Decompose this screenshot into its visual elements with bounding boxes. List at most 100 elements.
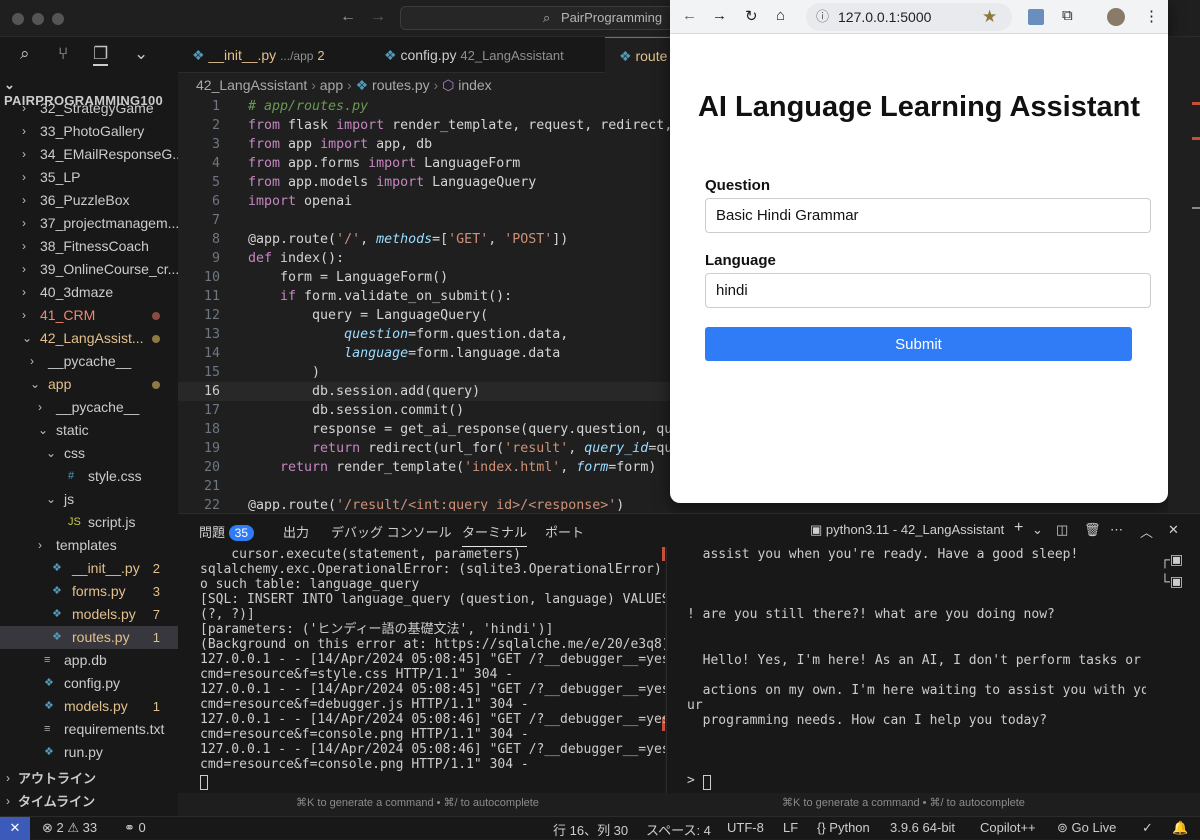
- back-arrow-icon[interactable]: ←: [340, 8, 356, 26]
- code-line[interactable]: 7: [178, 211, 670, 230]
- go-live-button[interactable]: ⊚ Go Live: [1057, 820, 1116, 836]
- tree-item[interactable]: ≡ app.db: [0, 649, 178, 672]
- code-line[interactable]: 2 from flask import render_template, requ…: [178, 116, 670, 135]
- maximize-panel-icon[interactable]: ︿: [1140, 522, 1153, 541]
- code-line[interactable]: 11 if form.validate_on_submit():: [178, 287, 670, 306]
- language-mode[interactable]: {} Python: [817, 820, 870, 835]
- tab-problems[interactable]: 問題 35: [199, 522, 254, 541]
- tree-item[interactable]: ❖ __init__.py 2: [0, 557, 178, 580]
- tree-item[interactable]: › 37_projectmanagem...: [0, 212, 178, 235]
- tree-item[interactable]: › 33_PhotoGallery: [0, 120, 178, 143]
- tree-item[interactable]: › 32_StrategyGame: [0, 97, 178, 120]
- code-line[interactable]: 8 @app.route('/', methods=['GET', 'POST']…: [178, 230, 670, 249]
- tree-item[interactable]: ⌄ app: [0, 373, 178, 396]
- more-vert-icon[interactable]: ⋮: [1144, 7, 1159, 25]
- search-icon[interactable]: ⌕: [20, 44, 30, 64]
- code-line[interactable]: 16 db.session.add(query): [178, 382, 670, 401]
- code-line[interactable]: 4 from app.forms import LanguageForm: [178, 154, 670, 173]
- tree-item[interactable]: ≡ requirements.txt: [0, 718, 178, 741]
- copilot-status[interactable]: Copilot++: [980, 820, 1036, 835]
- indentation[interactable]: スペース: 4: [646, 820, 711, 839]
- breadcrumb-item[interactable]: app: [320, 77, 343, 93]
- tree-item[interactable]: ❖ models.py 7: [0, 603, 178, 626]
- code-line[interactable]: 13 question=form.question.data,: [178, 325, 670, 344]
- chevron-down-icon[interactable]: ⌄: [134, 44, 148, 64]
- eol[interactable]: LF: [783, 820, 798, 835]
- tree-item[interactable]: › 35_LP: [0, 166, 178, 189]
- code-line[interactable]: 22 @app.route('/result/<int:query_id>/<re…: [178, 496, 670, 511]
- language-input[interactable]: [705, 273, 1151, 308]
- code-line[interactable]: 9 def index():: [178, 249, 670, 268]
- code-line[interactable]: 6 import openai: [178, 192, 670, 211]
- account-icon[interactable]: ✓: [1142, 820, 1153, 836]
- tree-item[interactable]: › 38_FitnessCoach: [0, 235, 178, 258]
- bell-icon[interactable]: 🔔: [1172, 820, 1188, 836]
- terminal-right[interactable]: assist you when you're ready. Have a goo…: [666, 547, 1146, 793]
- tree-item[interactable]: › 36_PuzzleBox: [0, 189, 178, 212]
- tree-item[interactable]: ❖ config.py: [0, 672, 178, 695]
- tree-item[interactable]: ⌄ static: [0, 419, 178, 442]
- trash-icon[interactable]: 🗑: [1084, 522, 1101, 538]
- code-line[interactable]: 15 ): [178, 363, 670, 382]
- terminal-left[interactable]: cursor.execute(statement, parameters) sql…: [178, 547, 665, 793]
- question-input[interactable]: [705, 198, 1151, 233]
- reload-icon[interactable]: ↻: [745, 7, 758, 25]
- command-center[interactable]: ⌕ PairProgramming: [400, 6, 700, 30]
- cursor-position[interactable]: 行 16、列 30: [553, 820, 628, 839]
- minimap[interactable]: [1168, 37, 1200, 512]
- code-line[interactable]: 5 from app.models import LanguageQuery: [178, 173, 670, 192]
- star-icon[interactable]: ★: [982, 3, 997, 31]
- avatar[interactable]: [1107, 8, 1125, 26]
- submit-button[interactable]: Submit: [705, 327, 1132, 361]
- ports-status[interactable]: ⚭ 0: [124, 820, 146, 836]
- more-icon[interactable]: ⋯: [1110, 522, 1123, 538]
- minimize-window-button[interactable]: [32, 13, 44, 25]
- code-line[interactable]: 10 form = LanguageForm(): [178, 268, 670, 287]
- code-line[interactable]: 18 response = get_ai_response(query.ques…: [178, 420, 670, 439]
- tree-item[interactable]: ⌄ js: [0, 488, 178, 511]
- back-arrow-icon[interactable]: ←: [682, 7, 697, 24]
- puzzle-icon[interactable]: ⧉: [1062, 7, 1073, 24]
- breadcrumb-item[interactable]: index: [458, 77, 491, 93]
- problems-status[interactable]: ⊗ 2 ⚠ 33: [42, 820, 97, 836]
- tree-item[interactable]: › 40_3dmaze: [0, 281, 178, 304]
- explorer-icon[interactable]: ❐: [93, 44, 109, 66]
- split-terminal-icon[interactable]: ◫: [1056, 522, 1068, 538]
- tab-init-py[interactable]: ❖ __init__.py .../app 2: [178, 37, 370, 73]
- close-window-button[interactable]: [12, 13, 24, 25]
- terminal-icon[interactable]: ┌▣: [1160, 551, 1183, 568]
- terminal-selector[interactable]: ▣ python3.11 - 42_LangAssistant: [810, 522, 1004, 538]
- new-terminal-icon[interactable]: +: [1014, 519, 1023, 537]
- tree-item[interactable]: # style.css: [0, 465, 178, 488]
- tree-item[interactable]: › templates: [0, 534, 178, 557]
- tree-item[interactable]: ⌄ css: [0, 442, 178, 465]
- code-editor[interactable]: 1 # app/routes.py 2 from flask import rende…: [178, 97, 670, 511]
- breadcrumb-item[interactable]: routes.py: [372, 77, 430, 93]
- tree-item[interactable]: ❖ models.py 1: [0, 695, 178, 718]
- forward-arrow-icon[interactable]: →: [370, 8, 386, 26]
- code-line[interactable]: 1 # app/routes.py: [178, 97, 670, 116]
- tree-item[interactable]: › 41_CRM: [0, 304, 178, 327]
- outline-section[interactable]: › アウトライン: [0, 767, 178, 790]
- tab-output[interactable]: 出力: [283, 522, 309, 541]
- timeline-section[interactable]: › タイムライン: [0, 790, 178, 813]
- tab-config-py[interactable]: ❖ config.py 42_LangAssistant: [370, 37, 605, 73]
- tree-item[interactable]: ⌄ 42_LangAssist...: [0, 327, 178, 350]
- code-line[interactable]: 12 query = LanguageQuery(: [178, 306, 670, 325]
- tree-item[interactable]: › 34_EMailResponseG...: [0, 143, 178, 166]
- source-control-icon[interactable]: ⑂: [58, 44, 68, 64]
- tab-debug-console[interactable]: デバッグ コンソール: [331, 522, 452, 541]
- close-panel-icon[interactable]: ✕: [1168, 522, 1179, 538]
- tree-item[interactable]: › 39_OnlineCourse_cr...: [0, 258, 178, 281]
- tab-terminal[interactable]: ターミナル: [462, 522, 528, 547]
- tree-item[interactable]: ❖ routes.py 1: [0, 626, 178, 649]
- forward-arrow-icon[interactable]: →: [712, 7, 727, 24]
- tree-item[interactable]: › __pycache__: [0, 350, 178, 373]
- tree-item[interactable]: ❖ forms.py 3: [0, 580, 178, 603]
- remote-icon[interactable]: ✕: [0, 817, 30, 840]
- extension-icon[interactable]: [1028, 9, 1044, 25]
- code-line[interactable]: 20 return render_template('index.html', …: [178, 458, 670, 477]
- maximize-window-button[interactable]: [52, 13, 64, 25]
- encoding[interactable]: UTF-8: [727, 820, 764, 835]
- tree-item[interactable]: JS script.js: [0, 511, 178, 534]
